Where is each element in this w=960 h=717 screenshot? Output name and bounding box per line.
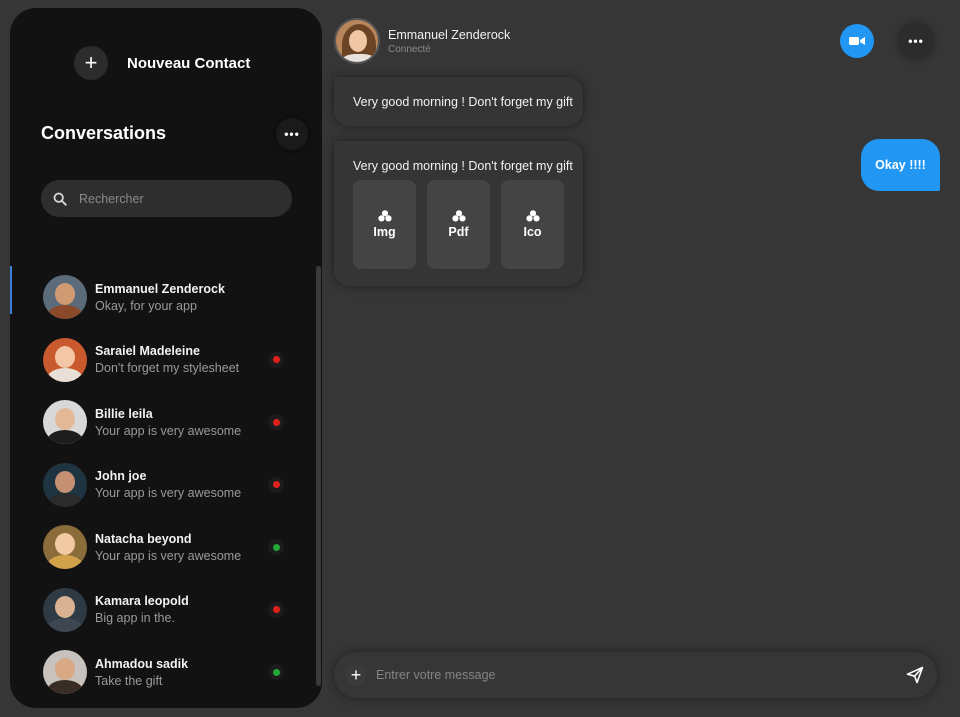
reply-bubble: Okay !!!!: [861, 139, 940, 191]
add-attachment-button[interactable]: +: [345, 664, 367, 686]
new-contact-label: Nouveau Contact: [127, 54, 251, 72]
attachment-ico[interactable]: Ico: [501, 180, 564, 269]
attachment-label: Ico: [523, 225, 542, 239]
avatar: [43, 587, 87, 632]
cluster-icon: [451, 210, 466, 222]
conversation-preview: Your app is very awesome: [95, 548, 242, 563]
active-conversation-marker: [10, 266, 12, 314]
search-box[interactable]: [41, 180, 292, 217]
conversation-name: Emmanuel Zenderock: [95, 281, 225, 296]
contact-status: Connecté: [388, 43, 431, 55]
message-text: Very good morning ! Don't forget my gift: [353, 95, 573, 109]
attachment-label: Img: [373, 225, 396, 239]
avatar: [43, 275, 87, 320]
status-dot: [268, 664, 284, 681]
contact-name: Emmanuel Zenderock: [388, 27, 511, 42]
attachment-img[interactable]: Img: [353, 180, 416, 269]
message-composer: +: [334, 652, 937, 698]
attachment-list: Img Pdf Ico: [353, 180, 564, 269]
avatar-body: [47, 555, 83, 570]
avatar-body: [47, 430, 83, 445]
avatar: [43, 462, 87, 507]
status-dot: [268, 351, 284, 368]
message-bubble-attachments: Very good morning ! Don't forget my gift…: [334, 141, 583, 286]
avatar-body: [47, 617, 83, 632]
conversation-preview: Your app is very awesome: [95, 423, 242, 438]
conversation-name: Billie leila: [95, 406, 153, 421]
avatar: [43, 400, 87, 445]
avatar-face: [55, 283, 75, 306]
status-dot: [268, 476, 284, 493]
conversation-item[interactable]: Kamara leopold Big app in the.: [43, 579, 293, 642]
conversations-title: Conversations: [41, 123, 167, 143]
conversations-more-button[interactable]: •••: [276, 118, 308, 150]
message-bubble: Very good morning ! Don't forget my gift: [334, 77, 583, 126]
search-input[interactable]: [79, 191, 269, 206]
chat-header: Emmanuel Zenderock Connecté: [334, 18, 510, 64]
avatar: [43, 337, 87, 382]
conversation-preview: Don't forget my stylesheet: [95, 361, 240, 376]
cluster-icon: [377, 210, 392, 222]
attachment-label: Pdf: [448, 225, 469, 239]
avatar-face: [55, 408, 75, 431]
avatar[interactable]: [334, 18, 380, 64]
status-dot: [268, 539, 284, 556]
chat-more-button[interactable]: •••: [899, 24, 933, 58]
conversation-preview: Big app in the.: [95, 611, 175, 626]
conversation-item[interactable]: Emmanuel Zenderock Okay, for your app: [43, 266, 293, 329]
avatar-face: [55, 345, 75, 368]
conversation-list: Emmanuel Zenderock Okay, for your app Sara…: [43, 266, 293, 704]
conversation-preview: Your app is very awesome: [95, 486, 242, 501]
conversation-name: Ahmadou sadik: [95, 656, 189, 671]
avatar-face: [55, 470, 75, 493]
conversation-preview: Take the gift: [95, 673, 163, 688]
video-call-button[interactable]: [840, 24, 874, 58]
reply-text: Okay !!!!: [875, 158, 926, 172]
video-camera-icon: [849, 37, 865, 45]
message-input[interactable]: [376, 668, 886, 682]
avatar: [43, 525, 87, 570]
cluster-icon: [525, 210, 540, 222]
conversation-item[interactable]: Saraiel Madeleine Don't forget my stylesh…: [43, 329, 293, 392]
conversation-name: John joe: [95, 469, 147, 484]
conversation-item[interactable]: Natacha beyond Your app is very awesome: [43, 516, 293, 579]
conversation-preview: Okay, for your app: [95, 298, 197, 313]
avatar-face: [55, 658, 75, 681]
conversation-name: Kamara leopold: [95, 594, 189, 609]
avatar: [43, 650, 87, 695]
message-text: Very good morning ! Don't forget my gift: [353, 159, 573, 173]
avatar-face: [55, 595, 75, 618]
sidebar: + Nouveau Contact Conversations ••• Emma…: [10, 8, 322, 708]
conversation-item[interactable]: Billie leila Your app is very awesome: [43, 391, 293, 454]
new-contact-button[interactable]: + Nouveau Contact: [74, 46, 250, 80]
avatar-body: [47, 305, 83, 320]
conversation-name: Saraiel Madeleine: [95, 344, 200, 359]
conversation-scrollbar[interactable]: [316, 266, 321, 686]
avatar-body: [47, 492, 83, 507]
status-dot: [268, 414, 284, 431]
avatar-body: [47, 367, 83, 382]
attachment-pdf[interactable]: Pdf: [427, 180, 490, 269]
conversation-item[interactable]: Ahmadou sadik Take the gift: [43, 641, 293, 704]
status-dot: [268, 601, 284, 618]
avatar-face: [55, 533, 75, 556]
search-icon: [53, 192, 67, 206]
plus-icon: +: [74, 46, 108, 80]
send-icon[interactable]: [906, 666, 924, 684]
conversation-item[interactable]: John joe Your app is very awesome: [43, 454, 293, 517]
conversation-name: Natacha beyond: [95, 531, 192, 546]
avatar-body: [47, 680, 83, 695]
